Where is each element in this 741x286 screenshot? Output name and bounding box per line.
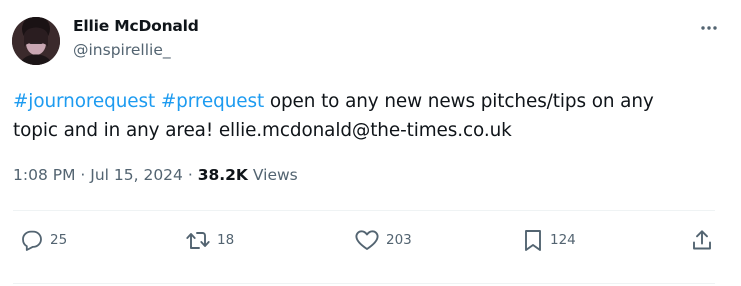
heart-icon [354,228,380,252]
tweet-text-line1: open to any new news pitches/tips on any [264,91,654,112]
author-name[interactable]: Ellie McDonald [73,17,199,35]
tweet-text-line2: topic and in any area! ellie.mcdonald@th… [13,120,512,141]
bookmark-count: 124 [550,232,576,248]
reply-icon [20,228,44,252]
meta-separator: · [182,166,198,184]
like-button[interactable]: 203 [354,227,412,253]
author-handle[interactable]: @inspirellie_ [73,41,171,59]
tweet-date[interactable]: Jul 15, 2024 [90,166,183,184]
views-count[interactable]: 38.2K [198,166,248,184]
like-count: 203 [386,232,412,248]
bookmark-icon [522,228,544,252]
retweet-button[interactable]: 18 [185,227,234,253]
meta-separator: · [75,166,91,184]
retweet-icon [185,228,211,252]
more-horizontal-icon[interactable] [694,18,724,38]
tweet-time[interactable]: 1:08 PM [13,166,75,184]
tweet-card[interactable]: Ellie McDonald @inspirellie_ #journorequ… [0,0,741,286]
tweet-text: #journorequest #prrequest open to any ne… [13,87,713,145]
divider [13,283,715,284]
share-button[interactable] [690,227,714,253]
avatar[interactable] [12,17,60,65]
hashtag-link[interactable]: #journorequest [13,91,155,112]
reply-count: 25 [50,232,68,248]
views-label: Views [247,166,298,184]
divider [13,210,715,211]
reply-button[interactable]: 25 [20,227,67,253]
hashtag-link[interactable]: #prrequest [161,91,264,112]
retweet-count: 18 [217,232,235,248]
tweet-meta: 1:08 PM · Jul 15, 2024 · 38.2K Views [13,166,298,184]
bookmark-button[interactable]: 124 [522,227,576,253]
share-icon [690,228,714,252]
